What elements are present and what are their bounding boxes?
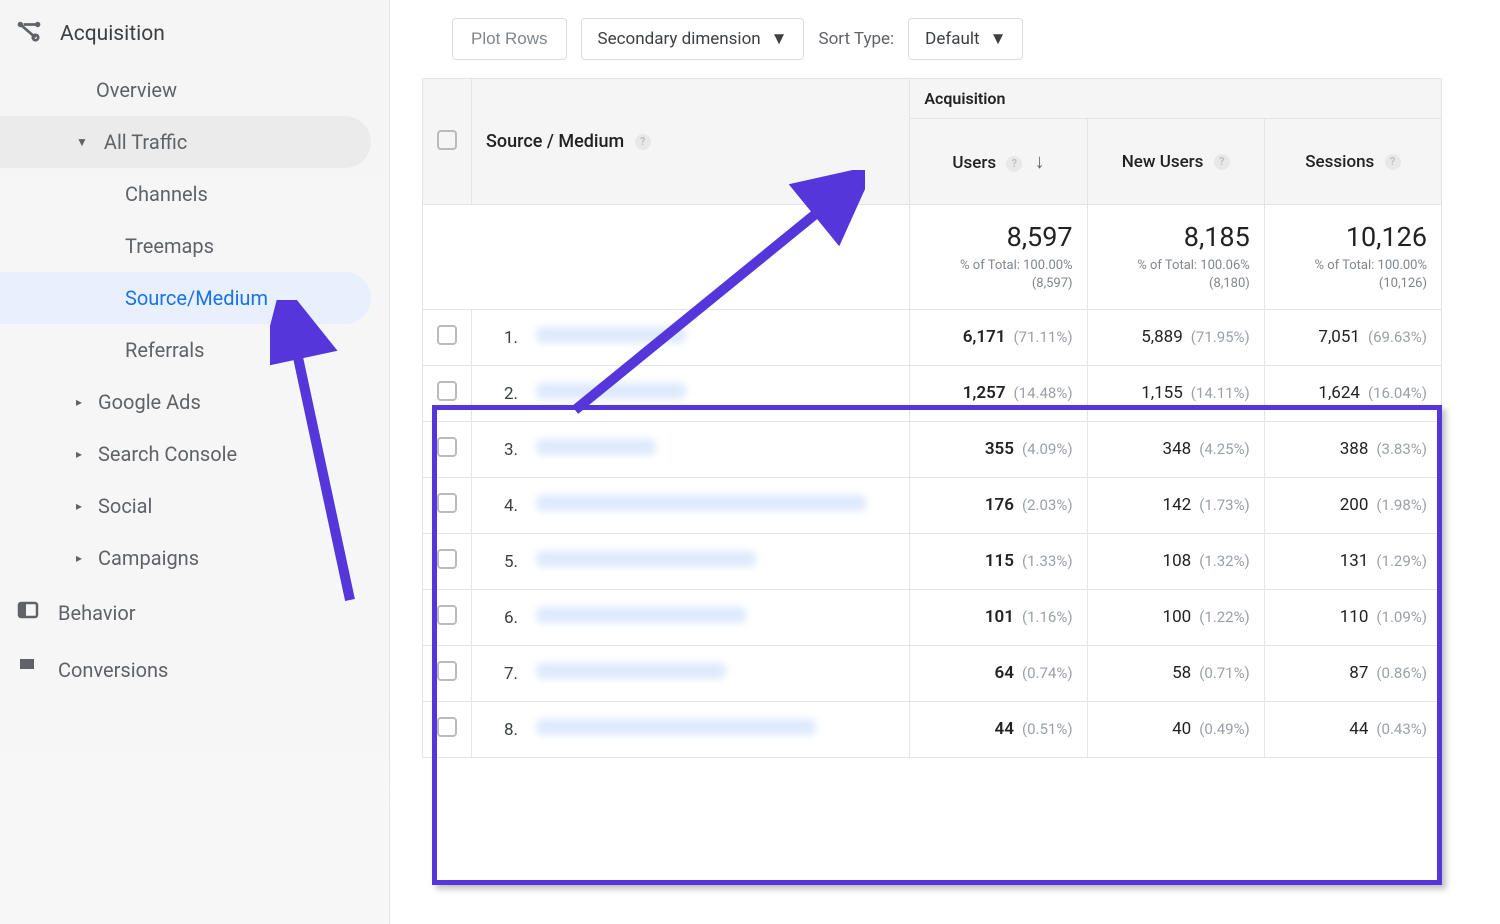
row-checkbox[interactable] (437, 325, 457, 345)
header-new-users[interactable]: New Users ? (1087, 119, 1264, 205)
source-medium-cell[interactable]: 3. (472, 421, 910, 477)
table-row: 3.355(4.09%)348(4.25%)388(3.83%) (423, 421, 1442, 477)
select-all-checkbox[interactable] (437, 130, 457, 150)
help-icon[interactable]: ? (635, 134, 651, 150)
sessions-cell: 7,051(69.63%) (1264, 309, 1441, 365)
users-cell: 44(0.51%) (910, 701, 1087, 757)
new-users-cell: 348(4.25%) (1087, 421, 1264, 477)
header-checkbox-col (423, 79, 472, 205)
header-group-acquisition: Acquisition (910, 79, 1442, 119)
table-row: 2.1,257(14.48%)1,155(14.11%)1,624(16.04%… (423, 365, 1442, 421)
users-cell: 115(1.33%) (910, 533, 1087, 589)
table-row: 6.101(1.16%)100(1.22%)110(1.09%) (423, 589, 1442, 645)
nav-section-behavior[interactable]: Behavior (0, 584, 389, 641)
secondary-dimension-dropdown[interactable]: Secondary dimension ▼ (581, 18, 805, 60)
main-content: Plot Rows Secondary dimension ▼ Sort Typ… (390, 0, 1500, 924)
row-checkbox[interactable] (437, 437, 457, 457)
nav-overview[interactable]: Overview (0, 64, 371, 116)
help-icon[interactable]: ? (1006, 156, 1022, 172)
acquisition-icon (16, 18, 42, 50)
caret-right-icon: ▸ (76, 395, 82, 409)
row-checkbox[interactable] (437, 661, 457, 681)
users-cell: 176(2.03%) (910, 477, 1087, 533)
caret-right-icon: ▸ (76, 447, 82, 461)
caret-right-icon: ▸ (76, 499, 82, 513)
row-checkbox[interactable] (437, 381, 457, 401)
table-row: 1.6,171(71.11%)5,889(71.95%)7,051(69.63%… (423, 309, 1442, 365)
caret-down-icon: ▼ (990, 29, 1007, 49)
users-cell: 355(4.09%) (910, 421, 1087, 477)
sessions-cell: 44(0.43%) (1264, 701, 1441, 757)
users-cell: 64(0.74%) (910, 645, 1087, 701)
users-cell: 1,257(14.48%) (910, 365, 1087, 421)
users-cell: 6,171(71.11%) (910, 309, 1087, 365)
nav-section-acquisition[interactable]: Acquisition (0, 4, 389, 64)
behavior-icon (16, 598, 40, 627)
sessions-cell: 110(1.09%) (1264, 589, 1441, 645)
nav-source-medium[interactable]: Source/Medium (0, 272, 371, 324)
sort-type-label: Sort Type: (818, 29, 894, 49)
nav-referrals[interactable]: Referrals (0, 324, 371, 376)
row-checkbox[interactable] (437, 717, 457, 737)
nav-section-conversions[interactable]: Conversions (0, 641, 389, 698)
table-row: 7.64(0.74%)58(0.71%)87(0.86%) (423, 645, 1442, 701)
source-medium-cell[interactable]: 8. (472, 701, 910, 757)
conversions-icon (16, 655, 40, 684)
caret-down-icon: ▼ (771, 29, 788, 49)
row-checkbox[interactable] (437, 605, 457, 625)
caret-down-icon: ▼ (76, 135, 88, 149)
totals-row: 8,597% of Total: 100.00% (8,597) 8,185% … (423, 205, 1442, 310)
source-medium-cell[interactable]: 5. (472, 533, 910, 589)
table-row: 4.176(2.03%)142(1.73%)200(1.98%) (423, 477, 1442, 533)
sort-type-dropdown[interactable]: Default ▼ (908, 18, 1023, 60)
sessions-cell: 388(3.83%) (1264, 421, 1441, 477)
new-users-cell: 40(0.49%) (1087, 701, 1264, 757)
source-medium-cell[interactable]: 7. (472, 645, 910, 701)
plot-rows-button[interactable]: Plot Rows (452, 18, 567, 60)
new-users-cell: 108(1.32%) (1087, 533, 1264, 589)
help-icon[interactable]: ? (1214, 154, 1230, 170)
sort-descending-icon: ↓ (1035, 149, 1045, 173)
source-medium-cell[interactable]: 4. (472, 477, 910, 533)
toolbar: Plot Rows Secondary dimension ▼ Sort Typ… (452, 18, 1500, 60)
source-medium-cell[interactable]: 1. (472, 309, 910, 365)
sessions-cell: 200(1.98%) (1264, 477, 1441, 533)
table-row: 8.44(0.51%)40(0.49%)44(0.43%) (423, 701, 1442, 757)
header-dimension[interactable]: Source / Medium ? (472, 79, 910, 205)
nav-social[interactable]: ▸Social (0, 480, 371, 532)
new-users-cell: 5,889(71.95%) (1087, 309, 1264, 365)
table-row: 5.115(1.33%)108(1.32%)131(1.29%) (423, 533, 1442, 589)
new-users-cell: 58(0.71%) (1087, 645, 1264, 701)
help-icon[interactable]: ? (1385, 154, 1401, 170)
nav-search-console[interactable]: ▸Search Console (0, 428, 371, 480)
nav-campaigns[interactable]: ▸Campaigns (0, 532, 371, 584)
nav-google-ads[interactable]: ▸Google Ads (0, 376, 371, 428)
caret-right-icon: ▸ (76, 551, 82, 565)
nav-channels[interactable]: Channels (0, 168, 371, 220)
sessions-cell: 131(1.29%) (1264, 533, 1441, 589)
report-table: Source / Medium ? Acquisition Users ? ↓ … (422, 78, 1442, 758)
new-users-cell: 142(1.73%) (1087, 477, 1264, 533)
sidebar: Acquisition Overview ▼ All Traffic Chann… (0, 0, 390, 924)
source-medium-cell[interactable]: 2. (472, 365, 910, 421)
new-users-cell: 1,155(14.11%) (1087, 365, 1264, 421)
header-users[interactable]: Users ? ↓ (910, 119, 1087, 205)
sessions-cell: 87(0.86%) (1264, 645, 1441, 701)
sessions-cell: 1,624(16.04%) (1264, 365, 1441, 421)
row-checkbox[interactable] (437, 549, 457, 569)
nav-treemaps[interactable]: Treemaps (0, 220, 371, 272)
header-sessions[interactable]: Sessions ? (1264, 119, 1441, 205)
nav-section-label: Acquisition (60, 22, 165, 46)
nav-all-traffic[interactable]: ▼ All Traffic (0, 116, 371, 168)
new-users-cell: 100(1.22%) (1087, 589, 1264, 645)
source-medium-cell[interactable]: 6. (472, 589, 910, 645)
row-checkbox[interactable] (437, 493, 457, 513)
users-cell: 101(1.16%) (910, 589, 1087, 645)
